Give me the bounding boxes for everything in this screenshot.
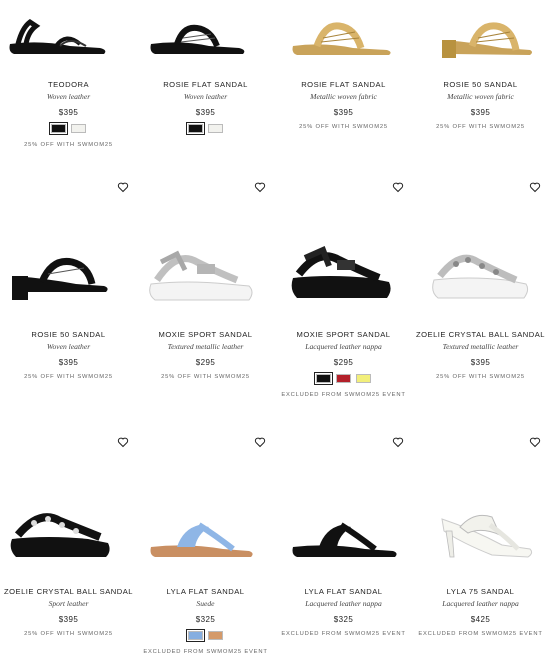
product-name[interactable]: ROSIE FLAT SANDAL xyxy=(275,80,412,89)
product-image[interactable] xyxy=(412,180,549,330)
product-price: $395 xyxy=(333,108,354,117)
product-card[interactable]: MOXIE SPORT SANDAL Textured metallic lea… xyxy=(137,180,274,380)
product-price: $395 xyxy=(58,108,79,117)
product-image[interactable] xyxy=(275,435,412,587)
product-image[interactable] xyxy=(137,435,274,587)
product-material: Textured metallic leather xyxy=(167,342,244,351)
promo-text: EXCLUDED FROM SWMOM25 EVENT xyxy=(281,631,406,637)
color-swatches xyxy=(0,122,137,135)
product-price: $395 xyxy=(470,358,491,367)
product-name[interactable]: MOXIE SPORT SANDAL xyxy=(137,330,274,339)
swatch-black[interactable] xyxy=(49,122,68,135)
product-material: Woven leather xyxy=(46,342,91,351)
sandal-silver-crystal-icon xyxy=(432,254,529,299)
product-name[interactable]: LYLA FLAT SANDAL xyxy=(137,587,274,596)
product-card[interactable]: ROSIE 50 SANDAL Woven leather $395 25% O… xyxy=(0,180,137,380)
sandal-black-slingback-icon xyxy=(9,18,106,54)
product-material: Lacquered leather nappa xyxy=(442,599,519,608)
swatch-blue[interactable] xyxy=(186,629,205,642)
promo-text: 25% OFF WITH SWMOM25 xyxy=(24,631,113,637)
product-price: $395 xyxy=(195,108,216,117)
product-grid: TEODORA Woven leather $395 25% OFF WITH … xyxy=(0,0,550,656)
product-price: $395 xyxy=(58,358,79,367)
sandal-gold-flat-woven-icon xyxy=(292,22,391,55)
sandal-gold-block-heel-icon xyxy=(442,22,532,58)
product-image[interactable] xyxy=(0,435,137,587)
sandal-blue-thong-icon xyxy=(150,522,253,557)
product-name[interactable]: TEODORA xyxy=(0,80,137,89)
product-price: $295 xyxy=(195,358,216,367)
color-swatches xyxy=(137,122,274,135)
swatch-yellow[interactable] xyxy=(356,374,371,383)
promo-text: EXCLUDED FROM SWMOM25 EVENT xyxy=(418,631,543,637)
product-material: Woven leather xyxy=(183,92,228,101)
product-card[interactable]: LYLA FLAT SANDAL Suede $325 EXCLUDED FRO… xyxy=(137,435,274,655)
product-material: Textured metallic leather xyxy=(442,342,519,351)
product-name[interactable]: MOXIE SPORT SANDAL xyxy=(275,330,412,339)
promo-text: 25% OFF WITH SWMOM25 xyxy=(436,124,525,130)
product-name[interactable]: ROSIE 50 SANDAL xyxy=(0,330,137,339)
product-card[interactable]: ZOELIE CRYSTAL BALL SANDAL Sport leather… xyxy=(0,435,137,637)
product-image[interactable] xyxy=(412,10,549,80)
product-name[interactable]: LYLA 75 SANDAL xyxy=(412,587,549,596)
product-price: $395 xyxy=(58,615,79,624)
product-name[interactable]: ROSIE FLAT SANDAL xyxy=(137,80,274,89)
product-image[interactable] xyxy=(275,10,412,80)
product-name[interactable]: LYLA FLAT SANDAL xyxy=(275,587,412,596)
promo-text: 25% OFF WITH SWMOM25 xyxy=(24,374,113,380)
swatch-black[interactable] xyxy=(186,122,205,135)
product-price: $295 xyxy=(333,358,354,367)
swatch-black[interactable] xyxy=(314,372,333,385)
product-material: Lacquered leather nappa xyxy=(305,599,382,608)
product-image[interactable] xyxy=(275,180,412,330)
product-image[interactable] xyxy=(137,10,274,80)
product-image[interactable] xyxy=(0,10,137,80)
product-material: Metallic woven fabric xyxy=(310,92,377,101)
sandal-white-heel-thong-icon xyxy=(441,514,533,558)
product-material: Woven leather xyxy=(46,92,91,101)
color-swatches xyxy=(137,629,274,642)
product-image[interactable] xyxy=(412,435,549,587)
swatch-white[interactable] xyxy=(71,124,86,133)
product-image[interactable] xyxy=(137,180,274,330)
product-price: $425 xyxy=(470,615,491,624)
color-swatches xyxy=(275,372,412,385)
promo-text: 25% OFF WITH SWMOM25 xyxy=(299,124,388,130)
product-material: Suede xyxy=(196,599,215,608)
product-card[interactable]: ROSIE FLAT SANDAL Woven leather $395 xyxy=(137,10,274,142)
sandal-black-crystal-icon xyxy=(10,513,110,557)
product-material: Sport leather xyxy=(48,599,89,608)
sandal-silver-sport-icon xyxy=(149,250,253,301)
swatch-tan[interactable] xyxy=(208,631,223,640)
promo-text: EXCLUDED FROM SWMOM25 EVENT xyxy=(143,649,268,655)
product-card[interactable]: LYLA FLAT SANDAL Lacquered leather nappa… xyxy=(275,435,412,637)
product-card[interactable]: ROSIE 50 SANDAL Metallic woven fabric $3… xyxy=(412,10,549,130)
product-card[interactable]: ZOELIE CRYSTAL BALL SANDAL Textured meta… xyxy=(412,180,549,380)
product-name[interactable]: ZOELIE CRYSTAL BALL SANDAL xyxy=(412,330,549,339)
product-price: $395 xyxy=(470,108,491,117)
product-card[interactable]: TEODORA Woven leather $395 25% OFF WITH … xyxy=(0,10,137,148)
sandal-black-block-heel-icon xyxy=(12,257,108,300)
sandal-black-flat-woven-icon xyxy=(150,24,245,54)
product-card[interactable]: ROSIE FLAT SANDAL Metallic woven fabric … xyxy=(275,10,412,130)
product-price: $325 xyxy=(333,615,354,624)
swatch-red[interactable] xyxy=(336,374,351,383)
promo-text: EXCLUDED FROM SWMOM25 EVENT xyxy=(281,392,406,398)
product-price: $325 xyxy=(195,615,216,624)
promo-text: 25% OFF WITH SWMOM25 xyxy=(24,142,113,148)
product-name[interactable]: ZOELIE CRYSTAL BALL SANDAL xyxy=(0,587,137,596)
promo-text: 25% OFF WITH SWMOM25 xyxy=(161,374,250,380)
product-material: Lacquered leather nappa xyxy=(305,342,382,351)
promo-text: 25% OFF WITH SWMOM25 xyxy=(436,374,525,380)
swatch-white[interactable] xyxy=(208,124,223,133)
product-material: Metallic woven fabric xyxy=(447,92,514,101)
product-card[interactable]: LYLA 75 SANDAL Lacquered leather nappa $… xyxy=(412,435,549,637)
product-card[interactable]: MOXIE SPORT SANDAL Lacquered leather nap… xyxy=(275,180,412,398)
sandal-black-sport-icon xyxy=(291,245,391,298)
sandal-black-thong-icon xyxy=(292,522,397,557)
product-image[interactable] xyxy=(0,180,137,330)
product-name[interactable]: ROSIE 50 SANDAL xyxy=(412,80,549,89)
